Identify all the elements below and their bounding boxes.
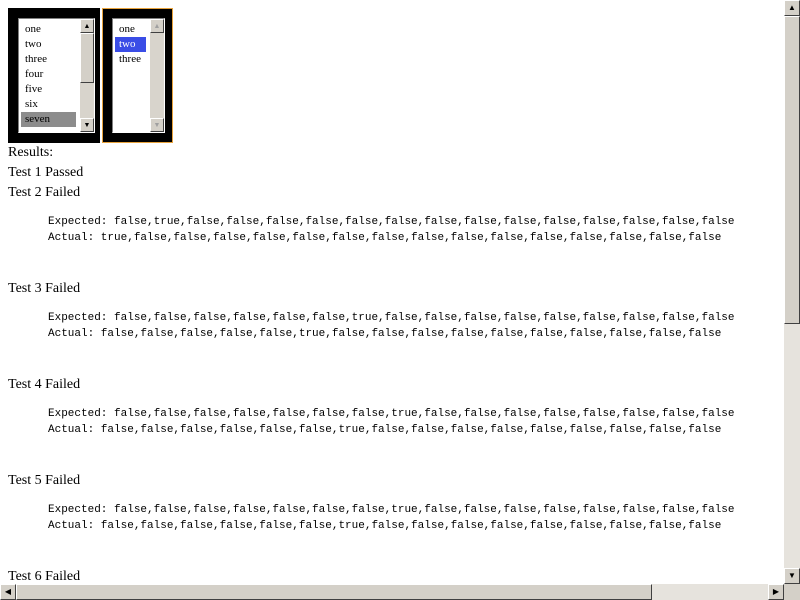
test-result-title: Test 5 Failed xyxy=(8,473,81,488)
listbox-1-option[interactable]: six xyxy=(21,97,76,112)
test-result-detail: Expected: false,false,false,false,false,… xyxy=(8,310,784,342)
test-result-detail: Expected: false,false,false,false,false,… xyxy=(8,502,784,534)
listbox-2-items: one two three xyxy=(115,22,146,67)
scroll-down-arrow-icon[interactable]: ▼ xyxy=(784,568,800,584)
listbox-1-frame: one two three four five six seven ▲ ▼ xyxy=(18,18,95,133)
expected-line: Expected: false,false,false,false,false,… xyxy=(48,312,735,324)
scroll-up-arrow-icon[interactable]: ▲ xyxy=(80,19,94,33)
listbox-2-frame: one two three ▲ ▼ xyxy=(112,18,165,133)
window-vertical-scrollbar[interactable]: ▲ ▼ xyxy=(784,0,800,584)
listbox-1-option[interactable]: three xyxy=(21,52,76,67)
page-viewport: one two three four five six seven ▲ ▼ on… xyxy=(0,0,784,584)
test-result-title: Test 2 Failed xyxy=(8,185,81,200)
listbox-1-option[interactable]: two xyxy=(21,37,76,52)
listbox-1-option[interactable]: five xyxy=(21,82,76,97)
actual-line: Actual: false,false,false,false,false,fa… xyxy=(48,424,722,436)
listbox-2-option[interactable]: three xyxy=(115,52,146,67)
scrollbar-corner xyxy=(784,584,800,600)
test-result-title: Test 6 Failed xyxy=(8,569,81,584)
scroll-right-arrow-icon[interactable]: ▶ xyxy=(768,584,784,600)
scroll-down-arrow-icon[interactable]: ▼ xyxy=(150,118,164,132)
window-horizontal-scroll-thumb[interactable] xyxy=(16,584,652,600)
results-heading: Results: xyxy=(8,145,54,160)
actual-line: Actual: false,false,false,false,false,tr… xyxy=(48,328,722,340)
listbox-2-scrollbar[interactable]: ▲ ▼ xyxy=(150,19,164,132)
expected-line: Expected: false,true,false,false,false,f… xyxy=(48,216,735,228)
listbox-1-scrollbar[interactable]: ▲ ▼ xyxy=(80,19,94,132)
test-result-detail: Expected: false,false,false,false,false,… xyxy=(8,406,784,438)
listbox-1-option[interactable]: one xyxy=(21,22,76,37)
test-result-title: Test 3 Failed xyxy=(8,281,81,296)
test-result-detail: Expected: false,true,false,false,false,f… xyxy=(8,214,784,246)
scroll-up-arrow-icon[interactable]: ▲ xyxy=(150,19,164,33)
window-vertical-scroll-thumb[interactable] xyxy=(784,16,800,324)
listbox-1-option-selected[interactable]: seven xyxy=(21,112,76,127)
listbox-1[interactable]: one two three four five six seven ▲ ▼ xyxy=(8,8,100,143)
listbox-1-items: one two three four five six seven xyxy=(21,22,76,127)
expected-line: Expected: false,false,false,false,false,… xyxy=(48,504,735,516)
actual-line: Actual: false,false,false,false,false,fa… xyxy=(48,520,722,532)
listbox-2-option[interactable]: one xyxy=(115,22,146,37)
scroll-down-arrow-icon[interactable]: ▼ xyxy=(80,118,94,132)
actual-line: Actual: true,false,false,false,false,fal… xyxy=(48,232,722,244)
expected-line: Expected: false,false,false,false,false,… xyxy=(48,408,735,420)
scroll-left-arrow-icon[interactable]: ◀ xyxy=(0,584,16,600)
test-result-title: Test 4 Failed xyxy=(8,377,81,392)
listbox-1-scroll-thumb[interactable] xyxy=(80,33,94,83)
listbox-2[interactable]: one two three ▲ ▼ xyxy=(102,8,173,143)
window-horizontal-scrollbar[interactable]: ◀ ▶ xyxy=(0,584,784,600)
listbox-2-option-selected[interactable]: two xyxy=(115,37,146,52)
page-content: one two three four five six seven ▲ ▼ on… xyxy=(8,8,784,584)
scroll-up-arrow-icon[interactable]: ▲ xyxy=(784,0,800,16)
listbox-1-option[interactable]: four xyxy=(21,67,76,82)
listbox-row: one two three four five six seven ▲ ▼ on… xyxy=(8,8,784,143)
test-result-title: Test 1 Passed xyxy=(8,165,84,180)
